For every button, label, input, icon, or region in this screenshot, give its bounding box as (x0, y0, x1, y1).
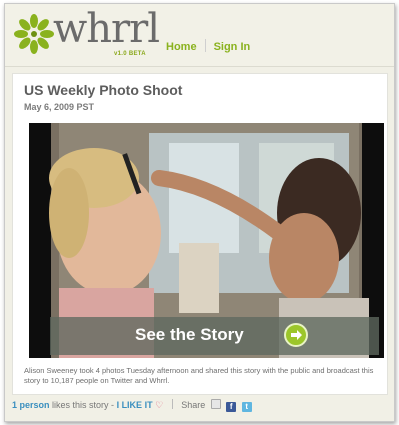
story-date: May 6, 2009 PST (24, 102, 95, 112)
see-the-story-bar[interactable]: See the Story (50, 317, 379, 355)
story-footer: 1 person likes this story - I LIKE IT ♡ … (12, 399, 386, 417)
share-label: Share (181, 400, 206, 410)
whrrl-logo-icon[interactable] (14, 14, 54, 54)
nav-sign-in-link[interactable]: Sign In (214, 41, 251, 53)
top-nav: Home Sign In (166, 39, 250, 53)
story-card: US Weekly Photo Shoot May 6, 2009 PST Se… (12, 73, 388, 395)
story-description: Alison Sweeney took 4 photos Tuesday aft… (24, 366, 374, 385)
story-title[interactable]: US Weekly Photo Shoot (24, 82, 182, 98)
logo-wordmark[interactable]: whrrl (53, 6, 160, 52)
likes-count-link[interactable]: 1 person (12, 400, 50, 410)
see-the-story-label[interactable]: See the Story (135, 325, 244, 345)
header: whrrl v1.0 BETA Home Sign In (5, 4, 394, 67)
twitter-icon[interactable]: t (241, 402, 252, 412)
heart-icon[interactable]: ♡ (155, 400, 163, 410)
i-like-it-button[interactable]: I LIKE IT (117, 400, 153, 410)
arrow-right-circle-icon[interactable] (284, 323, 308, 347)
logo-beta-tag: v1.0 BETA (114, 51, 146, 57)
footer-divider (171, 399, 173, 409)
likes-text: likes this story - (52, 400, 115, 410)
story-photo[interactable]: See the Story (29, 123, 384, 358)
facebook-icon[interactable]: f (226, 402, 237, 412)
email-icon[interactable] (210, 399, 221, 409)
nav-divider (204, 39, 206, 52)
widget-frame: whrrl v1.0 BETA Home Sign In US Weekly Ph… (4, 3, 395, 422)
nav-home-link[interactable]: Home (166, 41, 197, 53)
